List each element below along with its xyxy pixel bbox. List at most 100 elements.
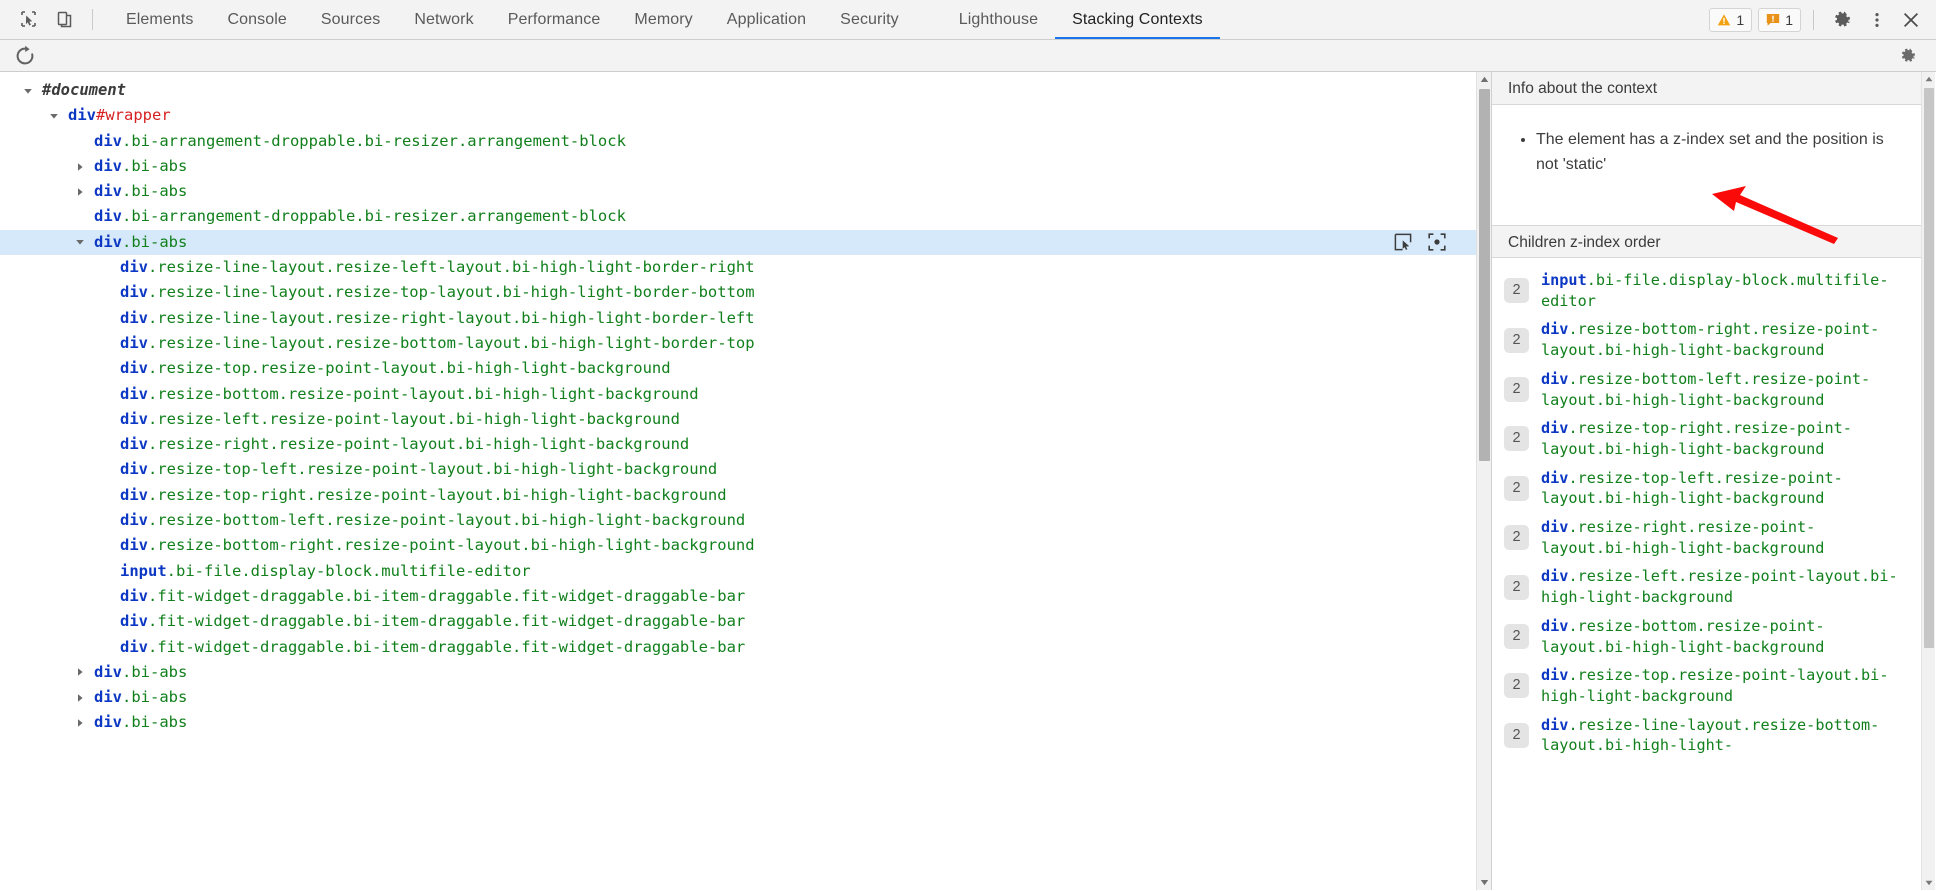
tab-label: Performance (507, 10, 601, 28)
tab-security[interactable]: Security (823, 0, 916, 39)
toolbar-divider (92, 9, 93, 30)
inspect-cursor-icon[interactable] (10, 0, 46, 39)
row-action-icons (1394, 233, 1446, 252)
panel-tab-list: Elements Console Sources Network Perform… (109, 0, 1220, 39)
info-section-body: The element has a z-index set and the po… (1492, 105, 1921, 195)
dom-tree-row[interactable]: div.bi-abs (0, 710, 1476, 735)
info-scrollbar-thumb[interactable] (1924, 88, 1934, 648)
tree-vertical-scrollbar[interactable] (1476, 72, 1491, 890)
dom-node-label: div.resize-line-layout.resize-top-layout… (120, 283, 755, 302)
scroll-down-arrow-icon[interactable] (1477, 875, 1491, 890)
kebab-menu-icon[interactable] (1860, 3, 1894, 37)
zindex-list-item[interactable]: 2 input.bi-file.display-block.multifile-e… (1492, 266, 1913, 315)
dom-tree-row[interactable]: div.resize-bottom.resize-point-layout.bi… (0, 382, 1476, 407)
context-info-bullet: The element has a z-index set and the po… (1536, 127, 1903, 177)
dom-tree-row[interactable]: div#wrapper (0, 103, 1476, 128)
tree-scrollbar-thumb[interactable] (1479, 89, 1490, 461)
dom-tree-row[interactable]: div.bi-abs (0, 179, 1476, 204)
expand-triangle-right-icon[interactable] (73, 685, 87, 710)
dom-tree-row[interactable]: div.resize-bottom-right.resize-point-lay… (0, 533, 1476, 558)
zindex-list-item[interactable]: 2 div.resize-bottom.resize-point-layout.b… (1492, 612, 1913, 661)
dom-tree-row[interactable]: div.bi-arrangement-droppable.bi-resizer.… (0, 204, 1476, 229)
zindex-list-item[interactable]: 2 div.resize-left.resize-point-layout.bi-… (1492, 562, 1913, 611)
scroll-into-view-icon[interactable] (1428, 233, 1446, 252)
toolbar-divider-right (1813, 9, 1814, 30)
dom-tree-row[interactable]: div.resize-right.resize-point-layout.bi-… (0, 432, 1476, 457)
dom-tree-row[interactable]: input.bi-file.display-block.multifile-ed… (0, 559, 1476, 584)
info-scroll-down-arrow-icon[interactable] (1922, 876, 1935, 890)
zindex-list-item[interactable]: 2 div.resize-right.resize-point-layout.bi… (1492, 513, 1913, 562)
dom-tree-row[interactable]: div.fit-widget-draggable.bi-item-draggab… (0, 584, 1476, 609)
tab-performance[interactable]: Performance (491, 0, 618, 39)
dom-tree-row[interactable]: div.resize-top-right.resize-point-layout… (0, 483, 1476, 508)
tab-elements[interactable]: Elements (109, 0, 211, 39)
zindex-node-label: div.resize-right.resize-point-layout.bi-… (1541, 518, 1825, 557)
reload-icon[interactable] (8, 42, 42, 70)
expand-triangle-right-icon[interactable] (73, 154, 87, 179)
select-node-icon[interactable] (1394, 233, 1412, 251)
dom-tree-row[interactable]: div.bi-abs (0, 685, 1476, 710)
dom-tree-row-selected[interactable]: div.bi-abs (0, 229, 1476, 256)
zindex-node-label: div.resize-left.resize-point-layout.bi-h… (1541, 567, 1898, 607)
dom-tree-row[interactable]: div.fit-widget-draggable.bi-item-draggab… (0, 609, 1476, 634)
dom-node-label: #document (42, 81, 126, 99)
stacking-settings-gear-icon[interactable] (1892, 42, 1926, 70)
tab-label: Console (227, 10, 287, 28)
expand-triangle-down-icon[interactable] (47, 103, 61, 128)
zindex-list-item[interactable]: 2 div.resize-bottom-right.resize-point-la… (1492, 315, 1913, 364)
zindex-node-label: div.resize-top-right.resize-point-layout… (1541, 419, 1852, 458)
tab-lighthouse[interactable]: Lighthouse (942, 0, 1055, 39)
dom-tree-row[interactable]: div.bi-abs (0, 660, 1476, 685)
dom-tree-row[interactable]: div.resize-line-layout.resize-bottom-lay… (0, 331, 1476, 356)
dom-tree-row[interactable]: div.fit-widget-draggable.bi-item-draggab… (0, 635, 1476, 660)
info-vertical-scrollbar[interactable] (1921, 72, 1935, 890)
expand-triangle-right-icon[interactable] (73, 711, 87, 736)
dom-node-label: div.resize-bottom.resize-point-layout.bi… (120, 384, 699, 403)
scroll-up-arrow-icon[interactable] (1477, 72, 1491, 87)
gear-icon[interactable] (1826, 3, 1860, 37)
expand-triangle-down-icon[interactable] (21, 78, 35, 103)
dom-tree-row[interactable]: div.resize-line-layout.resize-right-layo… (0, 306, 1476, 331)
warning-count-chip[interactable]: 1 (1709, 7, 1753, 32)
expand-triangle-down-icon[interactable] (73, 230, 87, 255)
zindex-list-item[interactable]: 2 div.resize-bottom-left.resize-point-lay… (1492, 365, 1913, 414)
tab-console[interactable]: Console (211, 0, 304, 39)
dom-tree-row[interactable]: div.resize-left.resize-point-layout.bi-h… (0, 407, 1476, 432)
dom-tree-row[interactable]: #document (0, 78, 1476, 103)
dom-tree-row[interactable]: div.bi-abs (0, 154, 1476, 179)
info-body-spacer (1492, 195, 1921, 225)
tab-label: Elements (126, 10, 194, 28)
dom-tree-row[interactable]: div.resize-bottom-left.resize-point-layo… (0, 508, 1476, 533)
zindex-list-item[interactable]: 2 div.resize-top.resize-point-layout.bi-h… (1492, 661, 1913, 710)
zindex-badge: 2 (1504, 475, 1529, 501)
tab-network[interactable]: Network (397, 0, 490, 39)
zindex-list-item[interactable]: 2 div.resize-top-left.resize-point-layout… (1492, 464, 1913, 513)
context-info-pane: Info about the context The element has a… (1492, 72, 1935, 890)
zindex-list-item[interactable]: 2 div.resize-line-layout.resize-bottom-la… (1492, 711, 1913, 760)
tab-label: Stacking Contexts (1072, 10, 1203, 28)
dom-tree-row[interactable]: div.resize-line-layout.resize-left-layou… (0, 255, 1476, 280)
device-toolbar-icon[interactable] (46, 0, 82, 39)
expand-triangle-right-icon[interactable] (73, 179, 87, 204)
expand-triangle-right-icon[interactable] (73, 660, 87, 685)
tab-sources[interactable]: Sources (304, 0, 397, 39)
dom-tree-row[interactable]: div.resize-top-left.resize-point-layout.… (0, 457, 1476, 482)
tab-stacking-contexts[interactable]: Stacking Contexts (1055, 0, 1220, 39)
dom-tree-row[interactable]: div.bi-arrangement-droppable.bi-resizer.… (0, 129, 1476, 154)
dom-tree-list[interactable]: #document div#wrapper div.bi-arrangement-d… (0, 72, 1476, 890)
error-count: 1 (1785, 11, 1793, 28)
zindex-list-item[interactable]: 2 div.resize-top-right.resize-point-layou… (1492, 414, 1913, 463)
tab-application[interactable]: Application (710, 0, 823, 39)
dom-node-label: div.bi-arrangement-droppable.bi-resizer.… (94, 207, 626, 226)
info-scroll-up-arrow-icon[interactable] (1922, 72, 1935, 86)
dom-tree-row[interactable]: div.resize-line-layout.resize-top-layout… (0, 280, 1476, 305)
dom-node-label: div.bi-abs (94, 232, 188, 251)
tab-memory[interactable]: Memory (617, 0, 709, 39)
tab-label: Lighthouse (958, 10, 1039, 28)
tab-label: Memory (634, 10, 693, 28)
error-count-chip[interactable]: 1 (1758, 7, 1801, 32)
zindex-badge: 2 (1504, 673, 1529, 699)
dom-node-label: input.bi-file.display-block.multifile-ed… (120, 561, 531, 580)
close-icon[interactable] (1894, 3, 1928, 37)
dom-tree-row[interactable]: div.resize-top.resize-point-layout.bi-hi… (0, 356, 1476, 381)
